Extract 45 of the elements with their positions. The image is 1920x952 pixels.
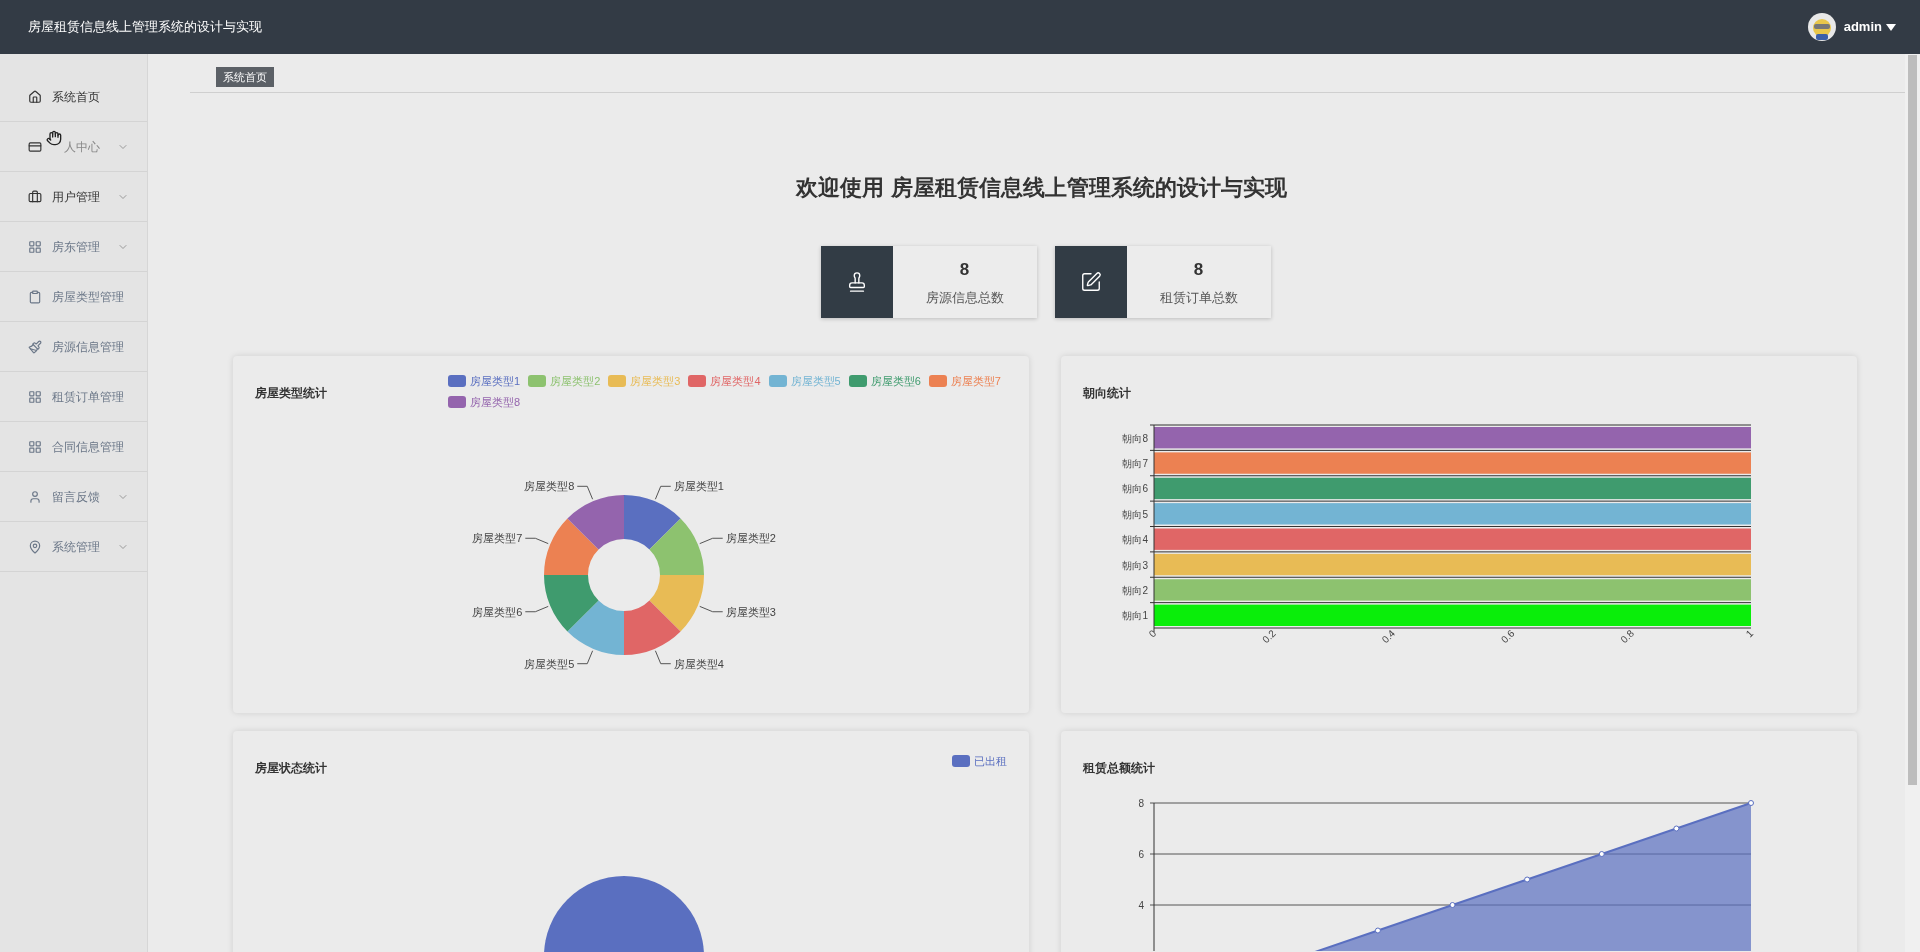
slice-label: 房屋类型7 xyxy=(472,532,523,545)
slice-label: 房屋类型6 xyxy=(472,605,523,618)
slice-label: 房屋类型8 xyxy=(524,480,575,493)
tick-label: 0.2 xyxy=(1260,627,1278,646)
slice-label: 房屋类型1 xyxy=(673,480,724,493)
sidebar-label: 用户管理 xyxy=(52,188,100,206)
chart-title: 租赁总额统计 xyxy=(1083,761,1155,775)
slice-label: 房屋类型2 xyxy=(725,532,776,545)
tick-label: 4 xyxy=(1138,900,1144,911)
welcome-heading: 欢迎使用 房屋租赁信息线上管理系统的设计与实现 xyxy=(796,174,1287,202)
axis-label: 朝向1 xyxy=(1122,610,1148,622)
stat-label: 租赁订单总数 xyxy=(1159,289,1238,307)
axis-label: 朝向2 xyxy=(1122,584,1148,596)
tick-label: 6 xyxy=(1138,849,1144,860)
stat-label: 房源信息总数 xyxy=(925,289,1004,307)
sidebar-label: 房东管理 xyxy=(52,238,100,256)
stat-value: 8 xyxy=(959,258,970,281)
sidebar-label: 人中心 xyxy=(64,138,100,156)
tick-label: 8 xyxy=(1138,798,1144,809)
slice-label: 房屋类型5 xyxy=(524,657,575,670)
tick-label: 0.4 xyxy=(1379,627,1398,646)
app-title: 房屋租赁信息线上管理系统的设计与实现 xyxy=(28,18,262,37)
axis-label: 朝向5 xyxy=(1122,508,1148,520)
chart-title: 房屋类型统计 xyxy=(255,386,327,400)
sidebar-label: 系统管理 xyxy=(52,538,100,556)
axis-label: 朝向7 xyxy=(1122,458,1148,470)
axis-label: 朝向6 xyxy=(1122,483,1148,495)
stat-value: 8 xyxy=(1193,258,1204,281)
tick-label: 1 xyxy=(1743,627,1756,640)
axis-label: 朝向3 xyxy=(1122,559,1148,571)
tick-label: 0 xyxy=(1146,627,1159,640)
sidebar-label: 租赁订单管理 xyxy=(52,388,124,406)
sidebar-label: 合同信息管理 xyxy=(52,438,124,456)
slice-label: 房屋类型4 xyxy=(673,657,724,670)
sidebar-label: 系统首页 xyxy=(52,88,100,106)
tick-label: 0.6 xyxy=(1499,627,1517,646)
tick-label: 0.8 xyxy=(1618,627,1636,646)
axis-label: 朝向8 xyxy=(1122,432,1148,444)
sidebar-label: 房源信息管理 xyxy=(52,338,124,356)
chart-title: 房屋状态统计 xyxy=(255,761,327,775)
chart-title: 朝向统计 xyxy=(1083,386,1131,400)
sidebar-label: 留言反馈 xyxy=(52,488,100,506)
slice-label: 房屋类型3 xyxy=(725,605,776,618)
axis-label: 朝向4 xyxy=(1122,534,1148,546)
sidebar-label: 房屋类型管理 xyxy=(52,288,124,306)
